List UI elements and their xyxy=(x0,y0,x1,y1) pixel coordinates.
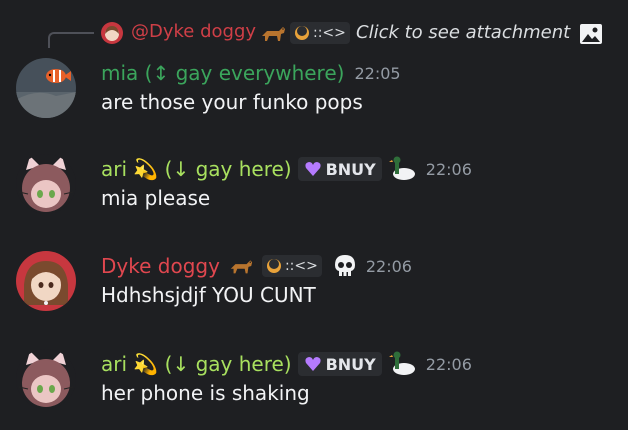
guild-tag[interactable]: ::<> xyxy=(261,255,322,277)
dog-icon xyxy=(262,27,285,41)
message-content: Hdhshsjdjf YOU CUNT xyxy=(101,283,316,307)
username[interactable]: mia (↕ gay everywhere) xyxy=(101,61,344,85)
badge-text: BNUY xyxy=(325,159,376,179)
avatar[interactable] xyxy=(16,349,76,409)
reply-avatar[interactable] xyxy=(101,22,123,44)
dog-icon xyxy=(230,260,253,274)
bnuy-badge[interactable]: BNUY xyxy=(297,157,382,181)
timestamp[interactable]: 22:06 xyxy=(366,257,412,276)
bnuy-badge[interactable]: BNUY xyxy=(297,352,382,376)
duck-icon xyxy=(388,351,415,375)
reply-tag-text: ::<> xyxy=(313,25,346,41)
avatar[interactable] xyxy=(16,251,76,311)
timestamp[interactable]: 22:05 xyxy=(354,64,400,83)
purple-heart-icon xyxy=(305,357,321,371)
skull-icon xyxy=(334,255,355,276)
moon-icon xyxy=(295,26,309,40)
message-content: her phone is shaking xyxy=(101,381,310,405)
message-content: are those your funko pops xyxy=(101,90,363,114)
reply-spine xyxy=(48,32,94,48)
avatar[interactable] xyxy=(16,154,76,214)
timestamp[interactable]: 22:06 xyxy=(426,160,472,179)
moon-icon xyxy=(266,259,281,273)
purple-heart-icon xyxy=(305,162,321,176)
reply-preview-text[interactable]: Click to see attachment xyxy=(356,22,570,43)
avatar[interactable] xyxy=(16,58,76,118)
username[interactable]: ari 💫 (↓ gay here) xyxy=(101,157,292,181)
username[interactable]: ari 💫 (↓ gay here) xyxy=(101,352,292,376)
username[interactable]: Dyke doggy xyxy=(101,254,220,278)
tag-text: ::<> xyxy=(284,258,318,274)
reply-preview[interactable]: @Dyke doggy ::<> Click to see attachment xyxy=(0,18,628,48)
reply-username[interactable]: @Dyke doggy xyxy=(131,21,256,42)
timestamp[interactable]: 22:06 xyxy=(426,355,472,374)
duck-icon xyxy=(388,156,415,180)
badge-text: BNUY xyxy=(325,354,376,374)
reply-guild-tag[interactable]: ::<> xyxy=(290,22,350,44)
message-content: mia please xyxy=(101,186,211,210)
image-icon xyxy=(580,24,602,44)
